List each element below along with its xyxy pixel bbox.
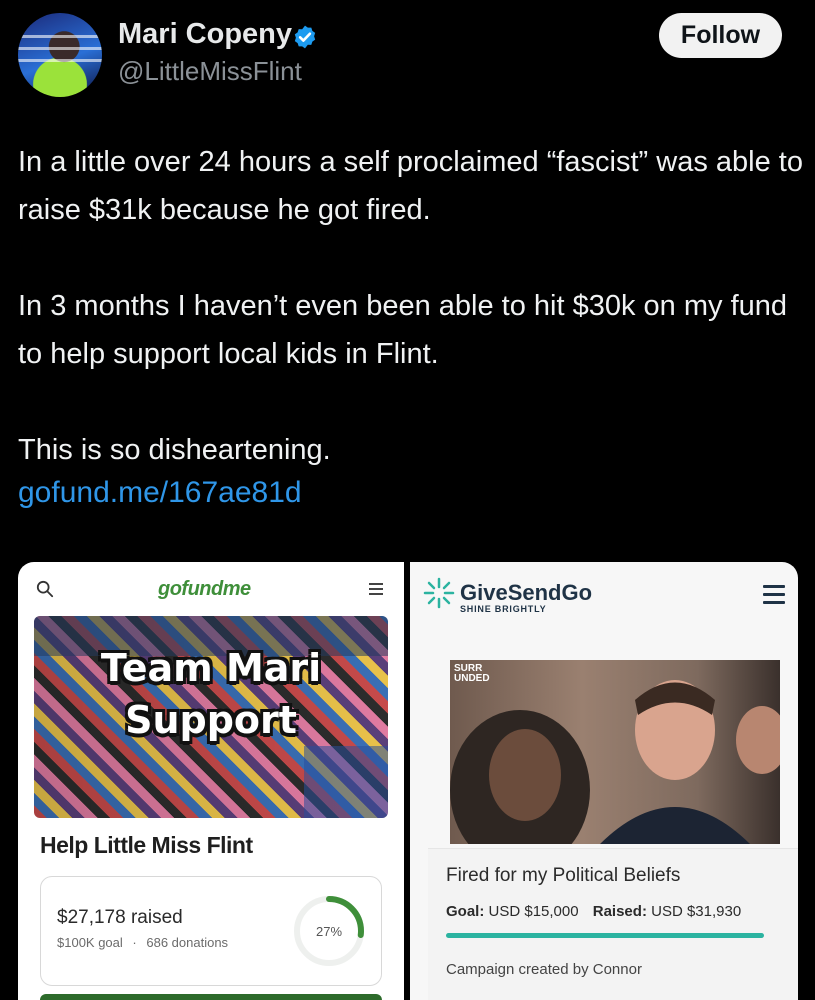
campaign-title: Fired for my Political Beliefs xyxy=(446,865,681,886)
raised-label: Raised: xyxy=(592,903,647,920)
menu-icon xyxy=(763,585,785,604)
campaign-info: Fired for my Political Beliefs Goal: USD… xyxy=(428,848,798,1000)
user-name[interactable]: Mari Copeny xyxy=(118,18,292,51)
separator: · xyxy=(132,935,137,950)
givesendgo-burst-icon xyxy=(423,577,455,609)
fundraiser-link[interactable]: gofund.me/167ae81d xyxy=(18,476,302,510)
user-handle[interactable]: @LittleMissFlint xyxy=(118,56,302,87)
progress-label: 27% xyxy=(316,924,342,939)
verified-badge-icon xyxy=(294,25,316,49)
avatar[interactable] xyxy=(18,13,102,97)
raised-amount: USD $31,930 xyxy=(651,903,742,920)
goal-amount: $100K goal xyxy=(57,935,123,950)
goal-and-donations: $100K goal · 686 donations xyxy=(57,935,228,950)
follow-button[interactable]: Follow xyxy=(659,13,782,58)
tweet-paragraph-1: In a little over 24 hours a self proclai… xyxy=(18,146,803,226)
progress-ring: 27% xyxy=(294,896,364,966)
tweet-header: Mari Copeny @LittleMissFlint Follow xyxy=(0,0,815,110)
goal-and-raised: Goal: USD $15,000 Raised: USD $31,930 xyxy=(446,903,741,920)
photo-title-line-1: Team Mari xyxy=(100,646,322,690)
tweet-paragraph-3: This is so disheartening. xyxy=(18,434,331,466)
progress-bar xyxy=(446,933,764,938)
search-icon xyxy=(36,580,54,598)
tweet-paragraph-2: In 3 months I haven’t even been able to … xyxy=(18,290,788,370)
goal-label: Goal: xyxy=(446,903,485,920)
givesendgo-tagline: SHINE BRIGHTLY xyxy=(460,604,547,614)
tweet-text: In a little over 24 hours a self proclai… xyxy=(18,138,808,474)
donate-button[interactable] xyxy=(40,994,382,1000)
menu-icon xyxy=(369,583,383,595)
gofundme-topbar: gofundme xyxy=(18,562,404,614)
photo-title-line-2: Support xyxy=(125,698,297,742)
goal-amount: USD $15,000 xyxy=(488,903,579,920)
givesendgo-logo: GiveSendGo xyxy=(460,580,593,605)
donation-count: 686 donations xyxy=(146,935,229,950)
givesendgo-screenshot[interactable]: GiveSendGo SHINE BRIGHTLY SURR UNDED Fir… xyxy=(410,562,798,1000)
donation-summary: $27,178 raised $100K goal · 686 donation… xyxy=(40,876,382,986)
campaign-photo: Team Mari Support xyxy=(34,616,388,818)
gofundme-logo: gofundme xyxy=(158,578,251,600)
campaign-photo: SURR UNDED xyxy=(450,660,780,844)
campaign-title: Help Little Miss Flint xyxy=(40,832,253,858)
givesendgo-topbar: GiveSendGo SHINE BRIGHTLY xyxy=(410,562,798,632)
gofundme-screenshot[interactable]: gofundme Team Mari Support Help Little M… xyxy=(18,562,404,1000)
amount-raised: $27,178 raised xyxy=(57,907,183,928)
campaign-creator: Campaign created by Connor xyxy=(446,961,642,978)
